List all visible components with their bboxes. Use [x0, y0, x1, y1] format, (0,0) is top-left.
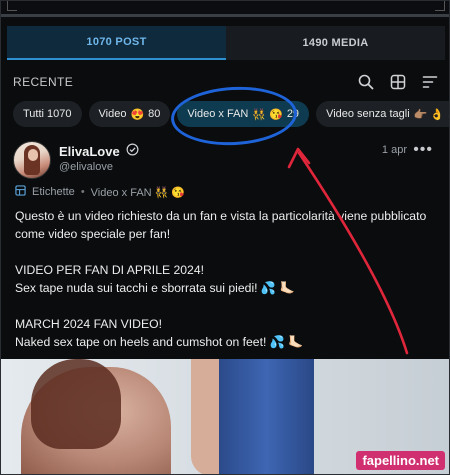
- post-line-break: [15, 297, 441, 315]
- author-name-row[interactable]: ElivaLove: [59, 143, 139, 159]
- chip-count: 29: [286, 108, 300, 120]
- post-line: Sex tape nuda sui tacchi e sborrata sui …: [15, 281, 295, 295]
- post-line: come video speciale per fan!: [15, 227, 171, 241]
- chip-video[interactable]: Video 😍 80: [88, 101, 171, 127]
- chip-label: Video senza tagli: [326, 108, 410, 120]
- avatar[interactable]: [13, 141, 51, 179]
- author-name: ElivaLove: [59, 143, 120, 159]
- chip-label: Video: [98, 108, 127, 120]
- post-line: Questo è un video richiesto da un fan e …: [15, 209, 427, 223]
- verified-icon: [126, 143, 139, 159]
- tab-media[interactable]: 1490 MEDIA: [226, 26, 445, 60]
- chip-emoji: 👯 😘: [252, 108, 283, 121]
- chip-video-senza-tagli[interactable]: Video senza tagli 👉🏽 👌 15: [316, 101, 449, 127]
- chip-video-x-fan[interactable]: Video x FAN 👯 😘 29: [177, 101, 310, 127]
- tags-label: Etichette: [32, 186, 75, 198]
- top-divider: [1, 14, 449, 17]
- tag-link[interactable]: Video x FAN 👯 😘: [91, 186, 185, 199]
- content-tabs: 1070 POST 1490 MEDIA: [7, 26, 445, 60]
- post-line: MARCH 2024 FAN VIDEO!: [15, 317, 162, 331]
- chip-label: Tutti 1070: [23, 108, 72, 120]
- frame-corner-right: [435, 1, 445, 11]
- more-options-icon[interactable]: •••: [413, 141, 433, 159]
- tab-post[interactable]: 1070 POST: [7, 26, 226, 60]
- author-handle[interactable]: @elivalove: [59, 161, 113, 173]
- chip-count: 80: [148, 108, 161, 120]
- chip-count: 15: [448, 108, 449, 120]
- tag-icon: [15, 185, 26, 199]
- grid-icon[interactable]: [389, 73, 407, 91]
- section-actions: [357, 73, 439, 91]
- media-jeans: [219, 359, 314, 474]
- media-hair: [31, 359, 121, 449]
- post-tags: Etichette • Video x FAN 👯 😘: [15, 185, 185, 199]
- post-line: VIDEO PER FAN DI APRILE 2024!: [15, 263, 204, 277]
- section-title: RECENTE: [13, 75, 74, 89]
- watermark: fapellino.net: [356, 451, 445, 470]
- top-bar: [1, 1, 449, 19]
- filter-chips: Tutti 1070 Video 😍 80 Video x FAN 👯 😘 29…: [13, 101, 449, 127]
- sort-icon[interactable]: [421, 73, 439, 91]
- chip-all[interactable]: Tutti 1070: [13, 101, 82, 127]
- avatar-face: [28, 149, 38, 161]
- frame-corner-left: [7, 1, 17, 11]
- search-icon[interactable]: [357, 73, 375, 91]
- chip-emoji: 😍: [130, 108, 145, 121]
- section-header: RECENTE: [13, 73, 439, 91]
- app-frame: 1070 POST 1490 MEDIA RECENTE Tutti 1070 …: [0, 0, 450, 475]
- post-line-break: [15, 243, 441, 261]
- post-date: 1 apr: [381, 144, 407, 156]
- post-line: Naked sex tape on heels and cumshot on f…: [15, 335, 304, 349]
- chip-emoji: 👉🏽 👌: [413, 108, 445, 121]
- post-body: Questo è un video richiesto da un fan e …: [15, 207, 441, 351]
- post-header: ElivaLove @elivalove 1 apr •••: [13, 141, 439, 181]
- tag-separator: •: [80, 186, 85, 198]
- post-media-preview[interactable]: fapellino.net: [1, 359, 449, 474]
- chip-label: Video x FAN: [187, 108, 249, 120]
